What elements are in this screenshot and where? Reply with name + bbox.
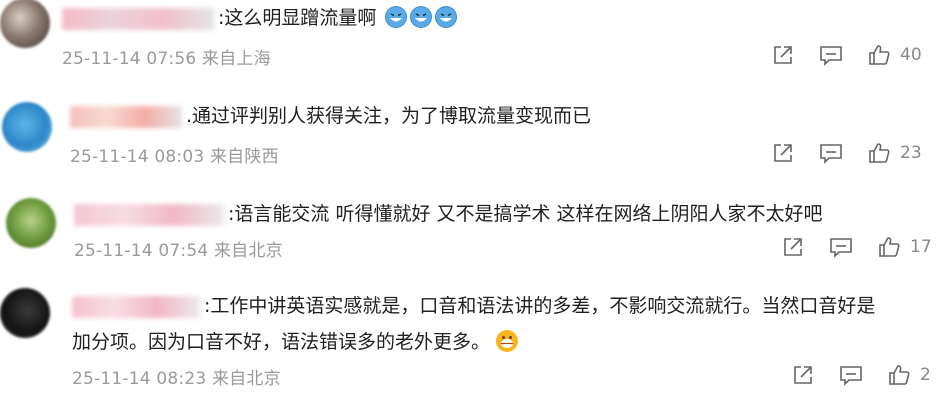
username-blurred[interactable] [70,105,182,128]
like-count: 40 [900,45,922,65]
comment-item: :这么明显蹭流量啊 25-11-14 07:56 来自上海 40 [0,0,940,98]
like-icon[interactable] [886,362,912,388]
share-icon[interactable] [790,362,816,388]
laughing-emoji-icon [435,6,458,28]
comment-item: :语言能交流 听得懂就好 又不是搞学术 这样在网络上阴阳人家不太好吧 25-11… [0,186,940,272]
comment-location: 来自陕西 [209,147,279,167]
comment-meta: 25-11-14 08:23 来自北京 [72,364,281,389]
comment-actions: 2 [790,362,931,388]
comment-text: :语言能交流 听得懂就好 又不是搞学术 这样在网络上阴阳人家不太好吧 [74,198,823,230]
avatar[interactable] [6,198,56,248]
comment-time: 25-11-14 08:03 [70,147,205,167]
comment-meta: 25-11-14 07:54 来自北京 [74,236,283,261]
comment-meta: 25-11-14 08:03 来自陕西 [70,142,279,167]
comment-icon[interactable] [828,234,854,260]
comment-time: 25-11-14 07:56 [62,49,197,69]
comment-text-line2: 加分项。因为口音不好，语法错误多的老外更多。 [72,326,519,358]
comment-icon[interactable] [818,140,844,166]
comment-body: .通过评判别人获得关注，为了博取流量变现而已 [186,105,592,127]
comment-body-continued: 加分项。因为口音不好，语法错误多的老外更多。 [72,331,491,353]
share-icon[interactable] [770,42,796,68]
username-blurred[interactable] [62,7,214,30]
like-count: 17 [910,237,932,257]
comment-meta: 25-11-14 07:56 来自上海 [62,44,271,69]
avatar[interactable] [2,102,52,152]
share-icon[interactable] [780,234,806,260]
comment-actions: 40 [770,42,922,68]
like-count: 2 [920,365,931,385]
comment-text: .通过评判别人获得关注，为了博取流量变现而已 [70,100,591,132]
username-blurred[interactable] [74,203,224,226]
comment-item: .通过评判别人获得关注，为了博取流量变现而已 25-11-14 08:03 来自… [0,98,940,186]
comment-text: :这么明显蹭流量啊 [62,2,458,34]
comment-actions: 23 [770,140,922,166]
comment-location: 来自北京 [213,241,283,261]
comment-time: 25-11-14 08:23 [72,369,207,389]
like-icon[interactable] [866,42,892,68]
avatar[interactable] [0,0,50,48]
comment-item: :工作中讲英语实感就是，口音和语法讲的多差，不影响交流就行。当然口音好是 加分项… [0,272,940,415]
comment-location: 来自北京 [211,369,281,389]
comment-body: :工作中讲英语实感就是，口音和语法讲的多差，不影响交流就行。当然口音好是 [204,295,876,317]
like-icon[interactable] [866,140,892,166]
grinning-emoji-icon [496,330,519,352]
comment-location: 来自上海 [201,49,271,69]
comment-text: :工作中讲英语实感就是，口音和语法讲的多差，不影响交流就行。当然口音好是 [72,290,875,322]
laughing-emoji-icon [385,6,408,28]
comment-icon[interactable] [818,42,844,68]
comment-actions: 17 [780,234,932,260]
share-icon[interactable] [770,140,796,166]
laughing-emoji-icon [410,6,433,28]
avatar[interactable] [0,288,50,338]
comment-body: :语言能交流 听得懂就好 又不是搞学术 这样在网络上阴阳人家不太好吧 [228,203,823,225]
comment-time: 25-11-14 07:54 [74,241,209,261]
username-blurred[interactable] [72,295,200,318]
comment-icon[interactable] [838,362,864,388]
like-count: 23 [900,143,922,163]
comment-body: :这么明显蹭流量啊 [218,7,377,29]
like-icon[interactable] [876,234,902,260]
